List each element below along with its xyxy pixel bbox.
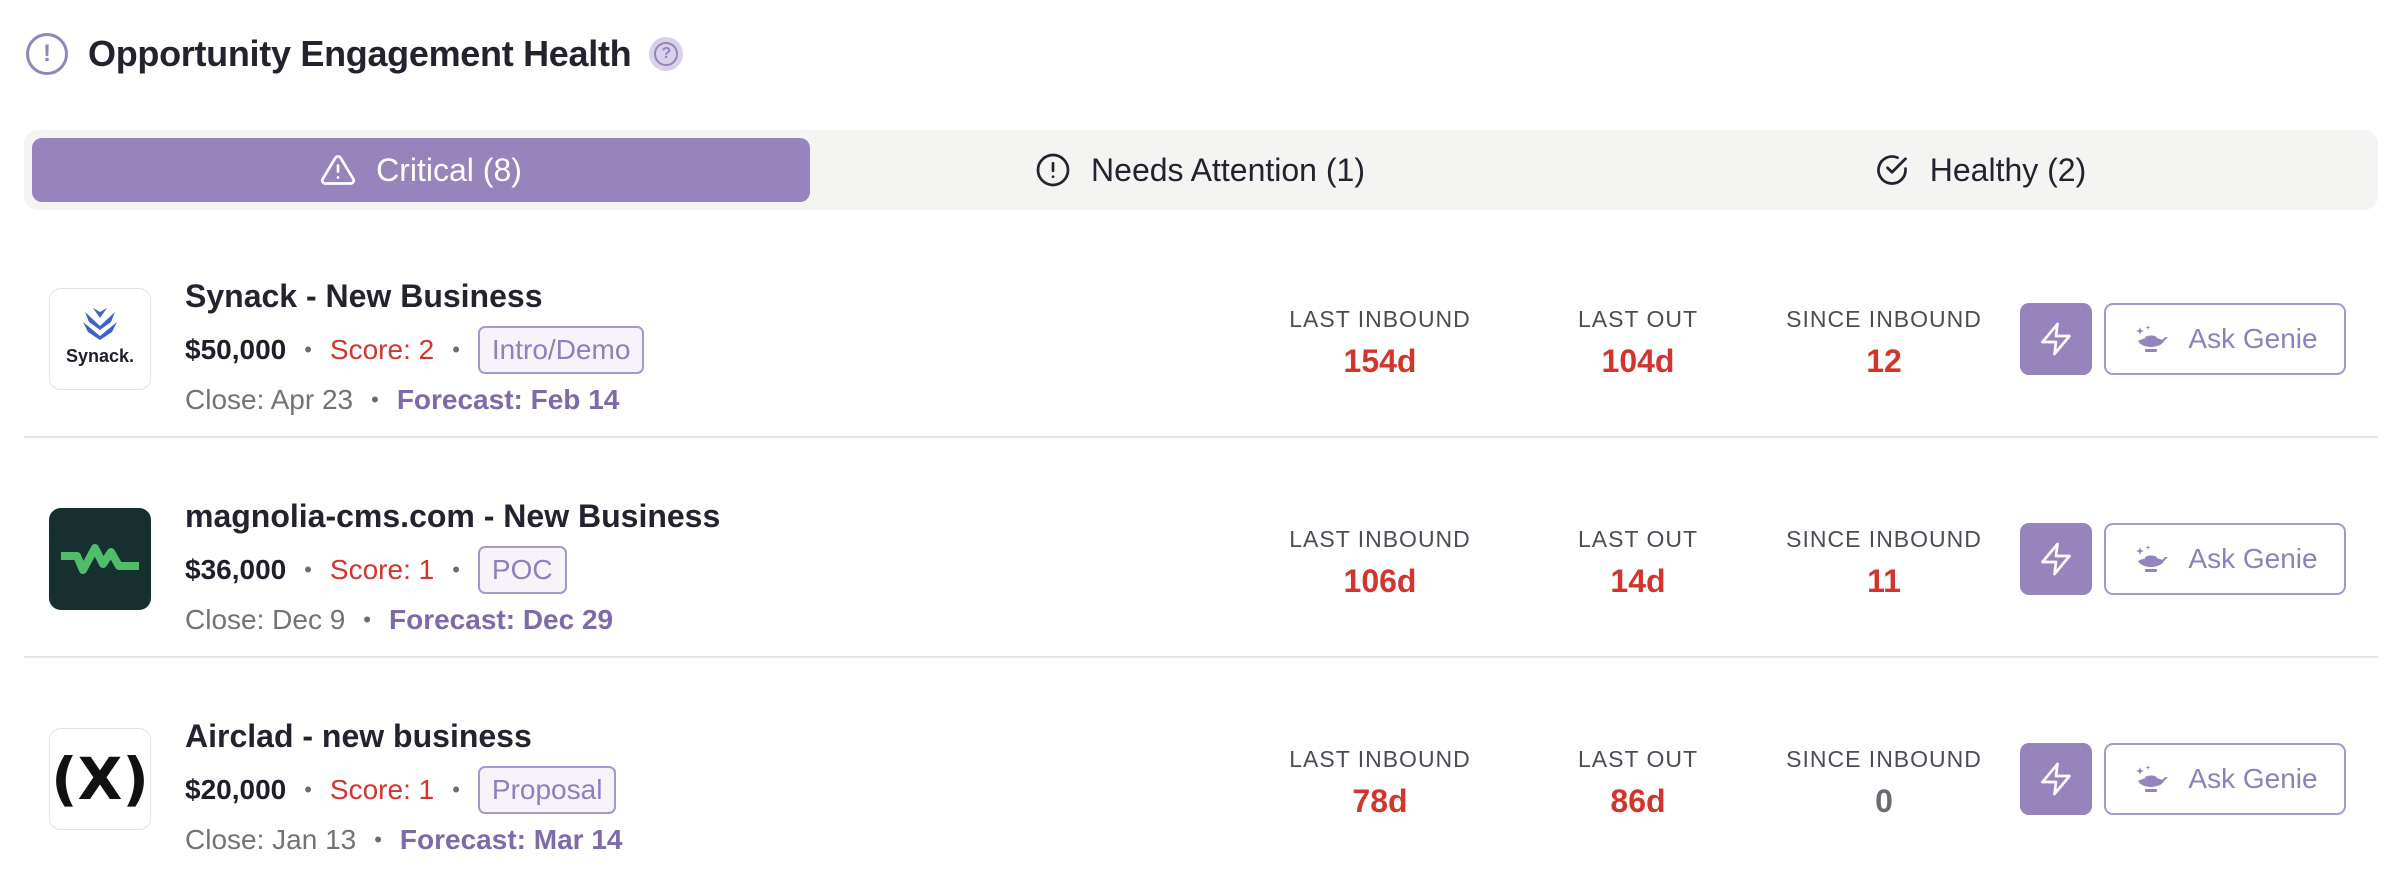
opportunity-name[interactable]: magnolia-cms.com - New Business [185, 494, 720, 538]
amount: $50,000 [185, 334, 287, 365]
quick-action-button[interactable] [2020, 303, 2092, 375]
separator: • [371, 387, 379, 412]
separator: • [304, 557, 312, 582]
metric-last-out: LAST OUT 14d [1577, 526, 1699, 599]
opportunity-row[interactable]: magnolia-cms.com - New Business $36,000 … [24, 438, 2378, 658]
score: Score: 2 [329, 334, 435, 365]
quick-action-button[interactable] [2020, 743, 2092, 815]
company-logo [49, 508, 151, 610]
lightning-icon [2041, 762, 2071, 796]
tab-label: Healthy (2) [1929, 151, 2087, 188]
separator: • [304, 337, 312, 362]
quick-action-button[interactable] [2020, 523, 2092, 595]
close-date: Close: Jan 13 [185, 824, 357, 855]
opportunity-info: Synack - New Business $50,000 • Score: 2… [185, 274, 645, 420]
ask-genie-label: Ask Genie [2188, 323, 2318, 354]
tab-label: Critical (8) [376, 151, 522, 188]
stage-badge: Proposal [477, 766, 617, 814]
metric-last-out: LAST OUT 104d [1577, 306, 1699, 379]
ask-genie-label: Ask Genie [2188, 763, 2318, 794]
warning-triangle-icon [320, 152, 356, 188]
section-header: ! Opportunity Engagement Health ? [26, 28, 684, 80]
metric-since-inbound: SINCE INBOUND 12 [1786, 306, 1982, 379]
opportunity-row[interactable]: Synack. Synack - New Business $50,000 • … [24, 218, 2378, 438]
score: Score: 1 [329, 554, 435, 585]
separator: • [304, 777, 312, 802]
lightning-icon [2041, 542, 2071, 576]
health-tabs: Critical (8) Needs Attention (1) Healthy… [24, 130, 2378, 210]
exclamation-circle-icon [1035, 152, 1071, 188]
ask-genie-label: Ask Genie [2188, 543, 2318, 574]
exclamation-circle-icon: ! [26, 33, 68, 75]
separator: • [374, 827, 382, 852]
ask-genie-button[interactable]: Ask Genie [2104, 743, 2346, 815]
amount: $20,000 [185, 774, 287, 805]
separator: • [452, 557, 460, 582]
forecast-date: Forecast: Dec 29 [389, 604, 614, 635]
tab-critical[interactable]: Critical (8) [32, 138, 810, 202]
metric-since-inbound: SINCE INBOUND 0 [1786, 746, 1982, 819]
genie-lamp-icon [2132, 323, 2172, 355]
logo-text: (X) [52, 745, 148, 813]
metric-since-inbound: SINCE INBOUND 11 [1786, 526, 1982, 599]
metric-last-inbound: LAST INBOUND 154d [1289, 306, 1471, 379]
stage-badge: Intro/Demo [477, 326, 645, 374]
separator: • [452, 337, 460, 362]
score: Score: 1 [329, 774, 435, 805]
close-date: Close: Dec 9 [185, 604, 346, 635]
logo-text: Synack. [66, 346, 134, 366]
separator: • [452, 777, 460, 802]
metric-last-out: LAST OUT 86d [1577, 746, 1699, 819]
amount: $36,000 [185, 554, 287, 585]
metric-last-inbound: LAST INBOUND 78d [1289, 746, 1471, 819]
lightning-icon [2041, 322, 2071, 356]
stage-badge: POC [477, 546, 567, 594]
opportunity-name[interactable]: Synack - New Business [185, 274, 644, 318]
genie-lamp-icon [2132, 543, 2172, 575]
close-date: Close: Apr 23 [185, 384, 354, 415]
page-title: Opportunity Engagement Health [88, 33, 632, 74]
tab-healthy[interactable]: Healthy (2) [1590, 138, 2370, 202]
tab-label: Needs Attention (1) [1091, 151, 1365, 188]
company-logo: (X) [49, 728, 151, 830]
opportunity-list: Synack. Synack - New Business $50,000 • … [24, 218, 2378, 878]
company-logo: Synack. [49, 288, 151, 390]
ask-genie-button[interactable]: Ask Genie [2104, 303, 2346, 375]
question-circle-icon[interactable]: ? [649, 37, 684, 71]
metric-last-inbound: LAST INBOUND 106d [1289, 526, 1471, 599]
forecast-date: Forecast: Feb 14 [396, 384, 620, 415]
genie-lamp-icon [2132, 763, 2172, 795]
ask-genie-button[interactable]: Ask Genie [2104, 523, 2346, 595]
separator: • [363, 607, 371, 632]
forecast-date: Forecast: Mar 14 [399, 824, 623, 855]
tab-needs-attention[interactable]: Needs Attention (1) [810, 138, 1590, 202]
check-circle-icon [1874, 152, 1910, 188]
opportunity-name[interactable]: Airclad - new business [185, 714, 622, 758]
opportunity-row[interactable]: (X) Airclad - new business $20,000 • Sco… [24, 658, 2378, 878]
opportunity-info: magnolia-cms.com - New Business $36,000 … [185, 494, 720, 640]
opportunity-info: Airclad - new business $20,000 • Score: … [185, 714, 622, 860]
